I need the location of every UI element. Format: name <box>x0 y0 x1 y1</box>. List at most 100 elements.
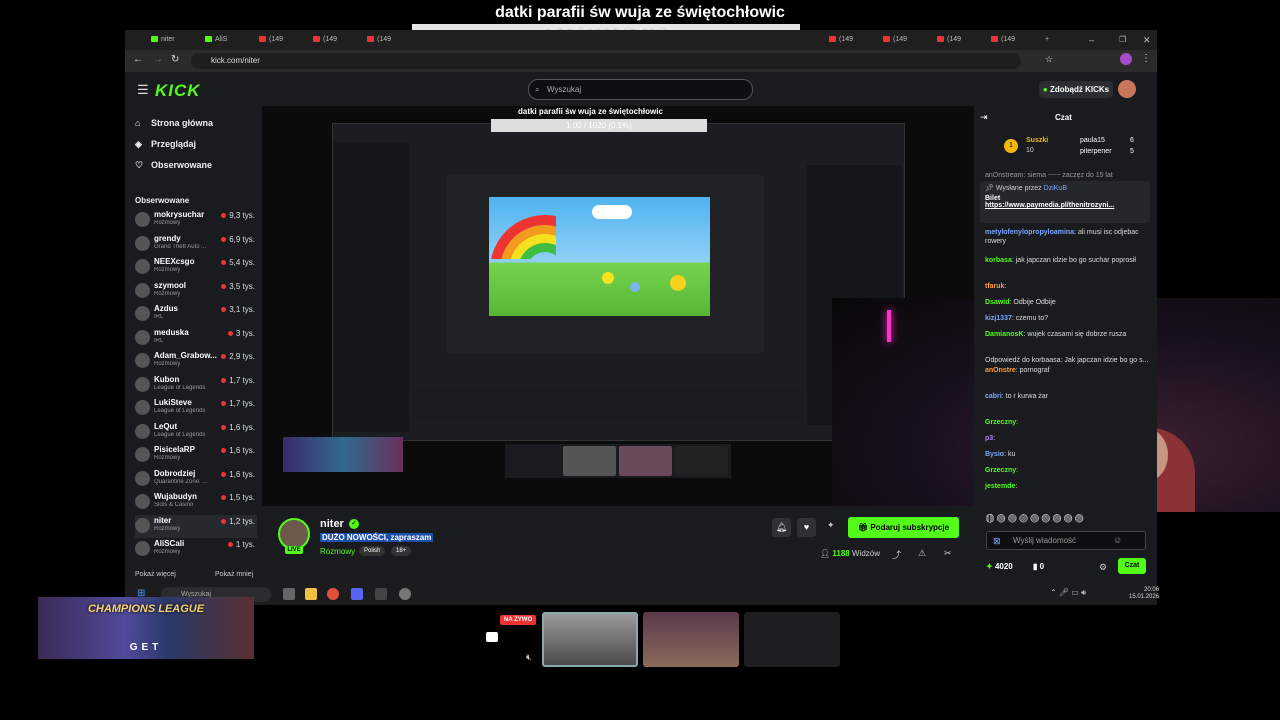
search-input[interactable]: ⌕ Wyszukaj <box>528 79 753 100</box>
notification-bell-button[interactable]: 🔔︎ <box>772 518 791 537</box>
chat-username[interactable]: DamianosK <box>985 331 1024 338</box>
chat-username[interactable]: anOnstre <box>985 367 1016 374</box>
chat-message[interactable]: jestemde: <box>985 482 1150 491</box>
report-icon[interactable]: ⚠ <box>918 548 926 559</box>
chat-username[interactable]: Dsawid <box>985 299 1010 306</box>
chat-username[interactable]: Grzeczny <box>985 467 1016 474</box>
followed-channel[interactable]: Kubon League of Legends 1,7 tys. <box>135 374 257 397</box>
followed-channel[interactable]: LukiSteve League of Legends 1,7 tys. <box>135 397 257 420</box>
chat-message[interactable]: cabri: to r kurwa żar <box>985 392 1150 401</box>
pinned-message[interactable]: 📌︎ Wysłane przez DziKuB Bilet https://ww… <box>980 181 1150 223</box>
bits-count[interactable]: ▮ 0 <box>1033 562 1044 571</box>
chat-username[interactable]: jestemde <box>985 483 1015 490</box>
new-tab-button[interactable]: + <box>1041 33 1049 47</box>
follow-heart-button[interactable]: ♥ <box>797 518 816 537</box>
emote-icon[interactable]: ☺ <box>1113 532 1122 549</box>
share-icon[interactable]: ⤴ <box>892 548 901 561</box>
followed-channel[interactable]: Azdus IRL 3,1 tys. <box>135 303 257 326</box>
system-tray-icons[interactable]: ⌃ 🎤︎ ▭ 🔊︎ <box>1050 588 1086 598</box>
followed-channel[interactable]: Adam_Grabow... Rozmowy 2,9 tys. <box>135 350 257 373</box>
kick-logo[interactable]: KICK <box>155 81 201 101</box>
followed-channel[interactable]: grendy Grand Theft Auto ... 6,9 tys. <box>135 233 257 256</box>
followed-channel[interactable]: AliSCali Rozmowy 1 tys. <box>135 538 257 561</box>
sparkle-icon[interactable]: ✦ <box>827 520 835 531</box>
menu-icon[interactable]: ☰ <box>137 82 149 98</box>
close-icon[interactable]: ✕ <box>1139 33 1151 47</box>
chat-message[interactable]: tfaruk: <box>985 282 1150 291</box>
chat-message[interactable]: Bysio: ku <box>985 450 1150 459</box>
followed-channel[interactable]: szymool Rozmowy 3,5 tys. <box>135 280 257 303</box>
obs-icon[interactable] <box>399 588 411 600</box>
chat-message[interactable]: metylofenylopropyloamina: ali musi isc o… <box>985 228 1150 246</box>
xbox-icon[interactable] <box>375 588 387 600</box>
chat-username[interactable]: metylofenylopropyloamina <box>985 229 1074 236</box>
kick-points[interactable]: ✦ 4020 <box>986 562 1013 571</box>
minimize-icon[interactable]: – <box>1085 33 1094 47</box>
nav-home[interactable]: ⌂ Strona główna <box>135 118 213 128</box>
file-explorer-icon[interactable] <box>305 588 317 600</box>
browser-tab[interactable]: (149 <box>825 33 853 47</box>
chat-username[interactable]: tfaruk <box>985 283 1004 290</box>
chat-message[interactable]: anOnstre: pornograf <box>985 366 1150 375</box>
chat-message-input[interactable]: ⊠ Wyślij wiadomość ☺ <box>986 531 1146 550</box>
pinned-link[interactable]: https://www.paymedia.pl/thenitrozyni... <box>985 202 1145 209</box>
chat-username[interactable]: p3 <box>985 435 993 442</box>
discord-icon[interactable] <box>351 588 363 600</box>
get-kicks-button[interactable]: ● Zdobądź KICKs <box>1039 81 1113 98</box>
browser-tab[interactable]: AliS <box>201 33 227 47</box>
followed-channel[interactable]: NEEXcsgo Rozmowy 5,4 tys. <box>135 256 257 279</box>
collapse-chat-icon[interactable]: ⇥ <box>980 112 988 123</box>
followed-channel[interactable]: PisicelaRP Rozmowy 1,6 tys. <box>135 444 257 467</box>
browser-tab[interactable]: (149 <box>987 33 1015 47</box>
followed-channel[interactable]: mokrysuchar Rozmowy 9,3 tys. <box>135 209 257 232</box>
stream-category[interactable]: Rozmowy <box>320 547 355 556</box>
browser-tab[interactable]: (149 <box>309 33 337 47</box>
followed-channel[interactable]: Wujabudyn Slots & Casino 1,5 tys. <box>135 491 257 514</box>
chat-message[interactable]: kizj1337: czemu to? <box>985 314 1150 323</box>
maximize-icon[interactable]: ❐ <box>1115 33 1126 47</box>
chat-message[interactable]: Dsawid: Odbije Odbije <box>985 298 1150 307</box>
tag-language[interactable]: Polish <box>359 546 386 556</box>
chat-message[interactable]: Grzeczny: <box>985 466 1150 475</box>
emote-bar[interactable]: 🔴︎🟢︎🟢︎🟣︎🟢︎🟢︎🟢︎🟢︎🟢︎ <box>985 514 1150 526</box>
task-view-icon[interactable] <box>283 588 295 600</box>
menu-dots-icon[interactable]: ⋮ <box>1141 53 1151 64</box>
show-more-link[interactable]: Pokaż więcej <box>135 571 176 578</box>
followed-channel[interactable]: LeQut League of Legends 1,6 tys. <box>135 421 257 444</box>
chat-username[interactable]: cabri <box>985 393 1002 400</box>
chat-username[interactable]: korbasa <box>985 257 1012 264</box>
followed-channel[interactable]: meduska IRL 3 tys. <box>135 327 257 350</box>
chat-message[interactable]: Grzeczny: <box>985 418 1150 427</box>
chat-message[interactable]: p3: <box>985 434 1150 443</box>
chat-settings-icon[interactable]: ⚙ <box>1099 562 1107 573</box>
url-input[interactable]: kick.com/niter <box>191 53 1021 69</box>
followed-channel[interactable]: Dobrodziej Quarantine Zone: ... 1,6 tys. <box>135 468 257 491</box>
reload-icon[interactable]: ↻ <box>171 54 179 65</box>
chat-username[interactable]: Bysio <box>985 451 1004 458</box>
browser-tab[interactable]: (149 <box>879 33 907 47</box>
nav-browse[interactable]: ◈ Przeglądaj <box>135 139 196 150</box>
chat-username[interactable]: Grzeczny <box>985 419 1016 426</box>
browser-tab[interactable]: (149 <box>933 33 961 47</box>
chrome-icon[interactable] <box>327 588 339 600</box>
streamer-name[interactable]: niter <box>320 518 344 530</box>
browser-tab[interactable]: (149 <box>255 33 283 47</box>
browser-tab[interactable]: niter <box>147 33 175 47</box>
chat-username[interactable]: kizj1337 <box>985 315 1012 322</box>
clock[interactable]: 20:06 15.01.2026 <box>1129 587 1159 601</box>
user-avatar[interactable] <box>1118 80 1136 98</box>
tag-age[interactable]: 18+ <box>391 546 412 556</box>
profile-avatar[interactable] <box>1120 53 1132 65</box>
slash-command-icon[interactable]: ⊠ <box>993 533 1001 550</box>
back-icon[interactable]: ← <box>133 54 143 65</box>
browser-tab[interactable]: (149 <box>363 33 391 47</box>
star-icon[interactable]: ☆ <box>1045 54 1053 65</box>
followed-channel[interactable]: niter Rozmowy 1,2 tys. <box>135 514 257 538</box>
chat-message[interactable]: Odpowiedź do korbaasa: Jak japczan idzie… <box>985 356 1150 365</box>
chat-send-button[interactable]: Czat <box>1118 558 1146 574</box>
chat-message[interactable]: DamianosK: wujek czasami się dobrze rusz… <box>985 330 1150 339</box>
nav-following[interactable]: ♡ Obserwowane <box>135 160 212 171</box>
gift-subscription-button[interactable]: 🎁︎ Podaruj subskrypcje <box>848 517 959 538</box>
forward-icon[interactable]: → <box>153 54 163 65</box>
clip-icon[interactable]: ✂ <box>944 548 952 559</box>
